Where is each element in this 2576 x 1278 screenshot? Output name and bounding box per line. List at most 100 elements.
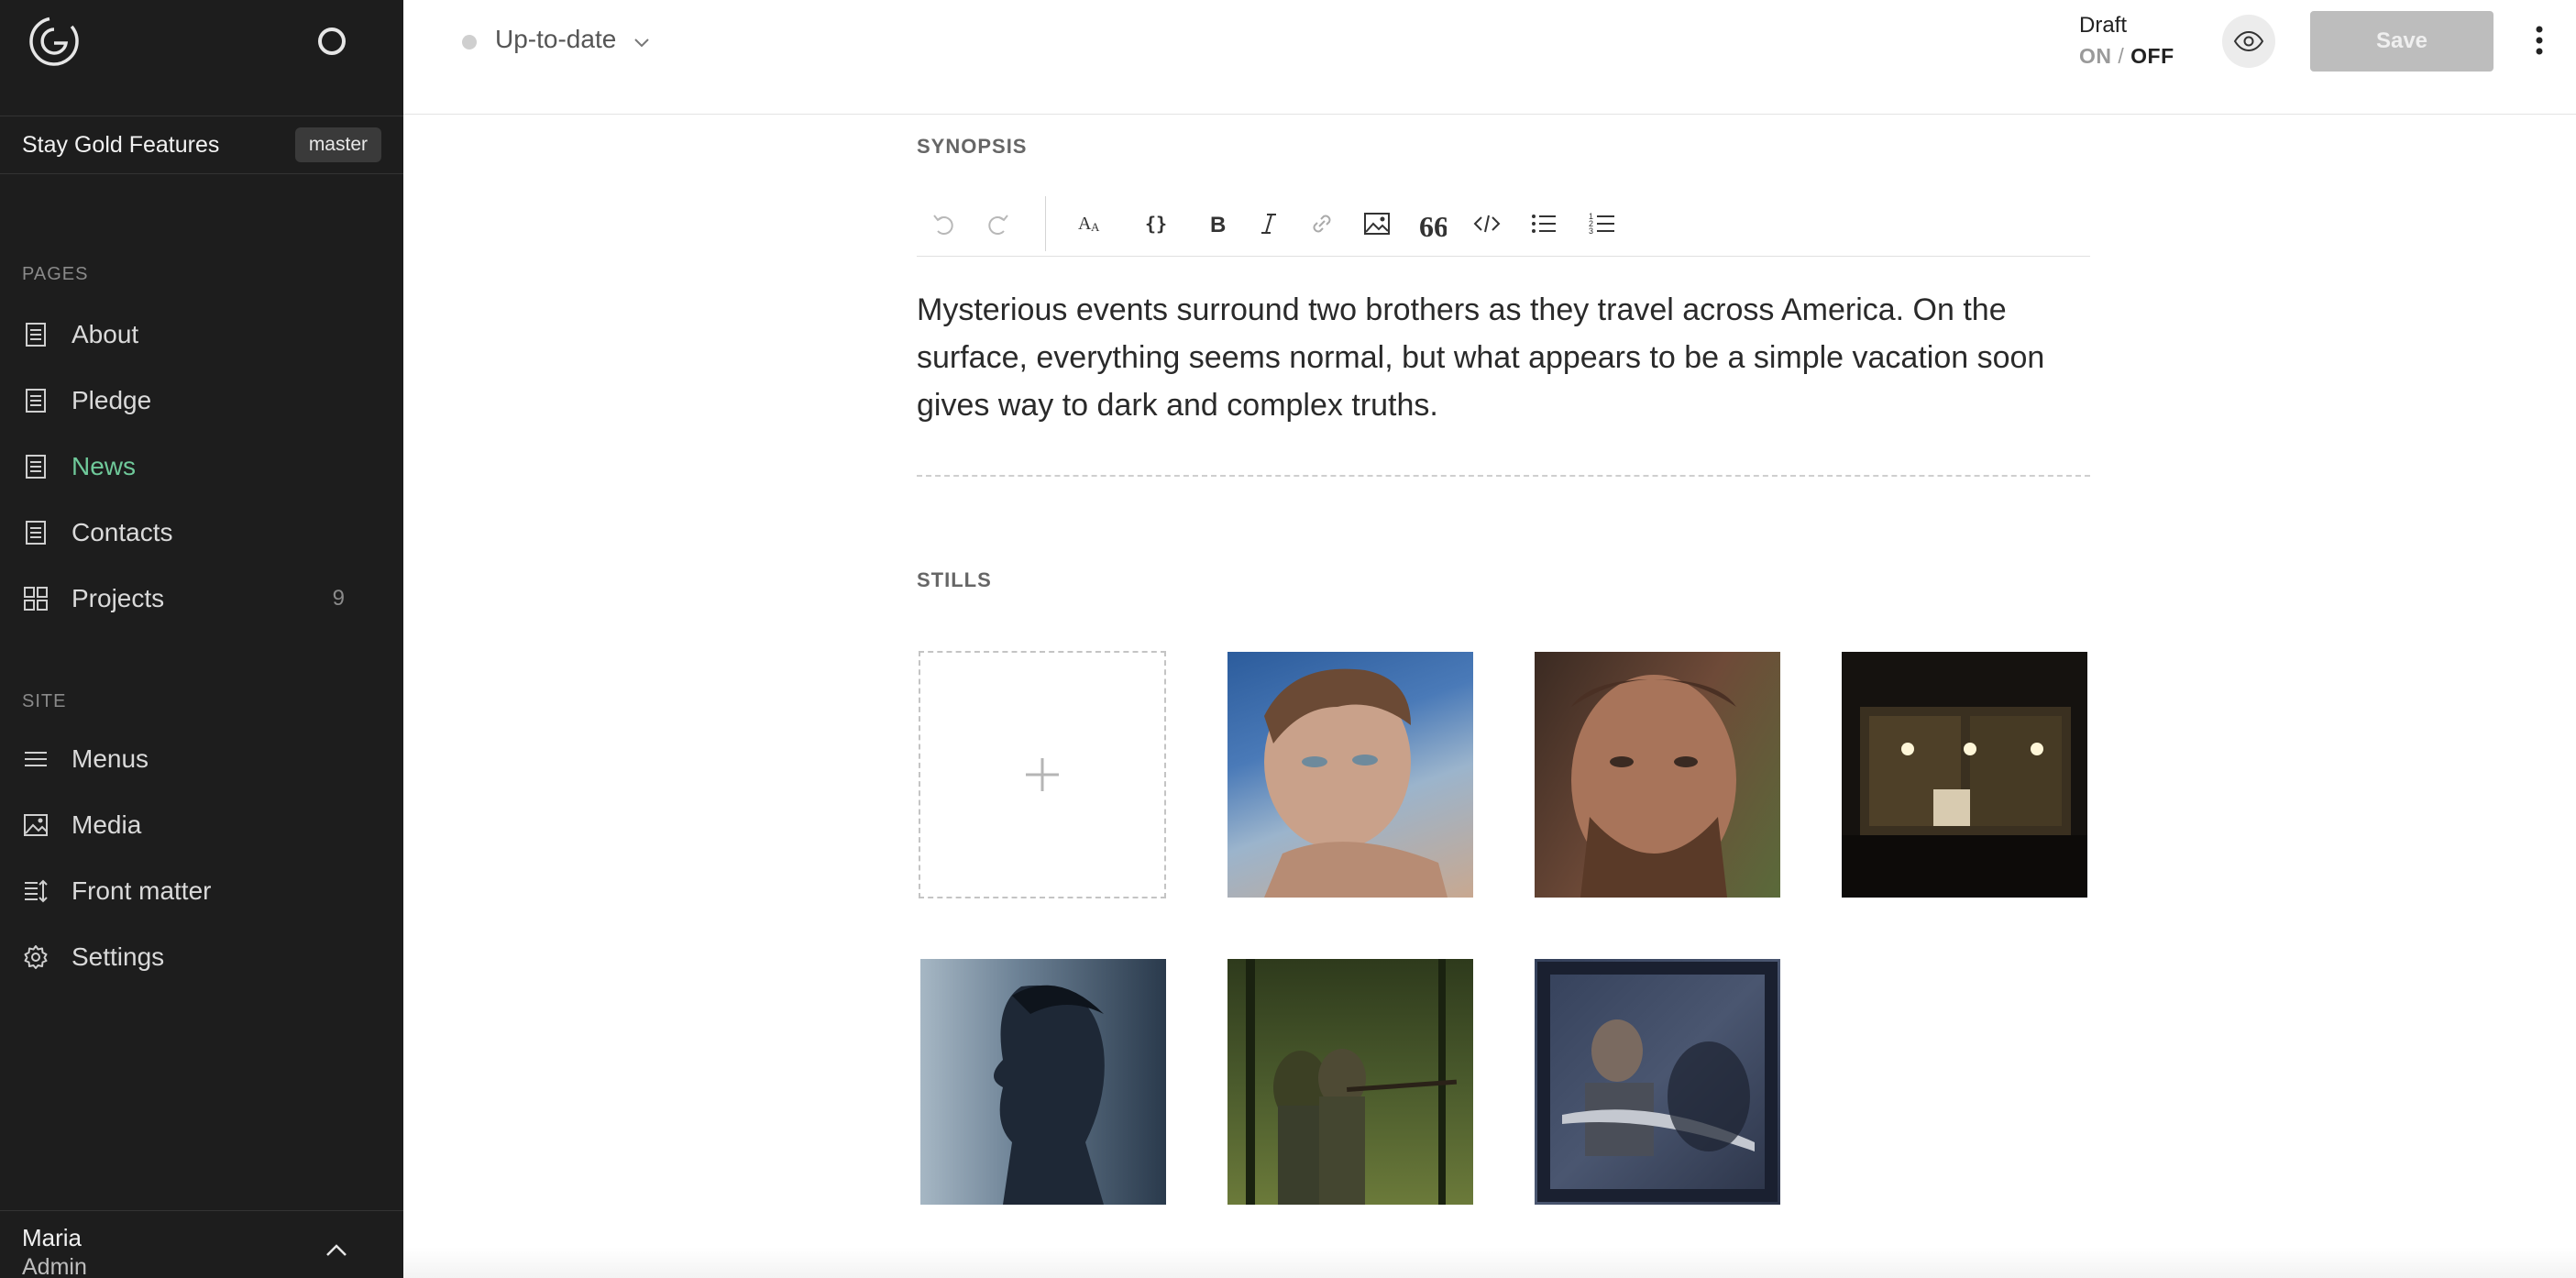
sidebar-item-front-matter[interactable]: Front matter	[0, 858, 403, 924]
sidebar-item-label: Pledge	[72, 386, 152, 414]
gear-icon	[24, 945, 48, 969]
project-switcher[interactable]: Stay Gold Features master	[0, 116, 403, 174]
grid-icon	[24, 587, 48, 611]
bullet-list-icon	[1532, 215, 1556, 233]
still-thumbnail[interactable]	[1227, 959, 1473, 1205]
stills-label: STILLS	[917, 568, 992, 591]
still-image	[1246, 959, 1458, 1205]
synopsis-label: SYNOPSIS	[917, 135, 1028, 158]
svg-text:{}: {}	[1145, 213, 1167, 235]
link-icon	[1313, 215, 1331, 233]
project-name: Stay Gold Features	[22, 131, 220, 158]
svg-text:A: A	[1091, 220, 1100, 234]
still-image	[1842, 707, 2087, 898]
sidebar-item-media[interactable]: Media	[0, 792, 403, 858]
svg-text:3: 3	[1589, 226, 1593, 236]
sidebar-item-label: Settings	[72, 942, 165, 971]
insert-image-button[interactable]	[1360, 207, 1393, 240]
more-options-icon[interactable]	[2528, 22, 2550, 59]
quote-button[interactable]: 66	[1415, 207, 1448, 240]
chevron-up-icon[interactable]	[325, 1239, 348, 1262]
code-block-button[interactable]: {}	[1140, 207, 1173, 240]
sidebar-item-label: Contacts	[72, 518, 173, 546]
bold-button[interactable]: B	[1201, 207, 1234, 240]
rich-text-toolbar: AA {} B 66 123	[917, 191, 2090, 257]
toolbar-divider	[1045, 196, 1046, 251]
sidebar-item-news[interactable]: News	[0, 434, 403, 500]
page-icon	[26, 389, 46, 413]
undo-button[interactable]	[928, 207, 961, 240]
sidebar: Stay Gold Features master PAGES About Pl…	[0, 0, 403, 1278]
still-thumbnail[interactable]	[920, 959, 1166, 1205]
italic-button[interactable]	[1252, 207, 1285, 240]
draft-label: Draft	[2079, 13, 2128, 38]
sync-status-icon	[318, 28, 346, 55]
redo-button[interactable]	[981, 207, 1014, 240]
image-icon	[24, 814, 48, 836]
quote-icon: 66	[1419, 210, 1447, 238]
still-thumbnail[interactable]	[1227, 652, 1473, 898]
bold-icon: B	[1210, 213, 1226, 237]
svg-text:B: B	[1210, 213, 1226, 237]
image-icon	[1364, 213, 1390, 235]
synopsis-text-editor[interactable]: Mysterious events surround two brothers …	[917, 286, 2099, 429]
still-image	[1264, 668, 1448, 898]
sidebar-item-contacts[interactable]: Contacts	[0, 500, 403, 566]
page-icon	[26, 455, 46, 479]
sidebar-item-label: News	[72, 452, 137, 480]
sidebar-item-projects[interactable]: Projects 9	[0, 566, 403, 632]
save-button[interactable]: Save	[2310, 11, 2493, 72]
sidebar-item-label: Media	[72, 810, 142, 839]
inline-code-button[interactable]	[1470, 207, 1503, 240]
redo-icon	[988, 215, 1008, 235]
app-logo-icon[interactable]	[28, 15, 81, 68]
sidebar-item-label: Projects	[72, 584, 165, 612]
text-size-icon: AA	[1078, 214, 1100, 234]
bottom-edge	[403, 1247, 2576, 1278]
still-image	[994, 985, 1105, 1205]
still-thumbnail[interactable]	[1842, 652, 2087, 898]
still-thumbnail[interactable]	[1535, 652, 1780, 898]
sidebar-item-about[interactable]: About	[0, 302, 403, 368]
still-thumbnail[interactable]	[1535, 959, 1780, 1205]
publish-status-dropdown[interactable]: Up-to-date	[495, 25, 616, 54]
code-braces-icon: {}	[1145, 213, 1167, 235]
numbered-list-icon: 123	[1589, 212, 1614, 236]
menu-icon	[25, 752, 47, 766]
front-matter-icon	[25, 879, 48, 903]
link-button[interactable]	[1305, 207, 1338, 240]
pages-section-label: PAGES	[22, 264, 89, 284]
chevron-down-icon[interactable]	[633, 33, 651, 51]
text-size-button[interactable]: AA	[1074, 207, 1107, 240]
code-icon	[1473, 215, 1501, 233]
numbered-list-button[interactable]: 123	[1586, 207, 1619, 240]
page-icon	[26, 521, 46, 545]
draft-separator: /	[2118, 44, 2125, 68]
editor-topbar: Up-to-date Draft ON / OFF Save	[403, 0, 2576, 115]
sidebar-item-settings[interactable]: Settings	[0, 924, 403, 990]
still-image	[1537, 962, 1778, 1202]
sidebar-item-label: Menus	[72, 744, 149, 773]
user-menu[interactable]: Maria Admin	[0, 1210, 403, 1278]
eye-icon	[2233, 30, 2264, 52]
draft-off-option[interactable]: OFF	[2130, 44, 2174, 68]
page-icon	[26, 323, 46, 347]
field-divider	[917, 475, 2090, 477]
site-section-label: SITE	[22, 691, 67, 711]
sidebar-item-menus[interactable]: Menus	[0, 726, 403, 792]
svg-text:A: A	[1078, 214, 1092, 234]
add-still-button[interactable]	[919, 651, 1166, 898]
bullet-list-button[interactable]	[1527, 207, 1560, 240]
plus-icon	[1026, 758, 1059, 791]
projects-count-badge: 9	[332, 586, 345, 611]
sidebar-item-pledge[interactable]: Pledge	[0, 368, 403, 434]
branch-badge[interactable]: master	[294, 127, 381, 162]
draft-on-option[interactable]: ON	[2079, 44, 2112, 68]
preview-button[interactable]	[2222, 15, 2275, 68]
undo-icon	[933, 215, 953, 235]
draft-toggle[interactable]: Draft ON / OFF	[2079, 13, 2174, 69]
status-dot-icon	[462, 35, 477, 50]
italic-icon	[1261, 214, 1276, 234]
sidebar-item-label: About	[72, 320, 139, 348]
svg-text:66: 66	[1419, 210, 1447, 238]
